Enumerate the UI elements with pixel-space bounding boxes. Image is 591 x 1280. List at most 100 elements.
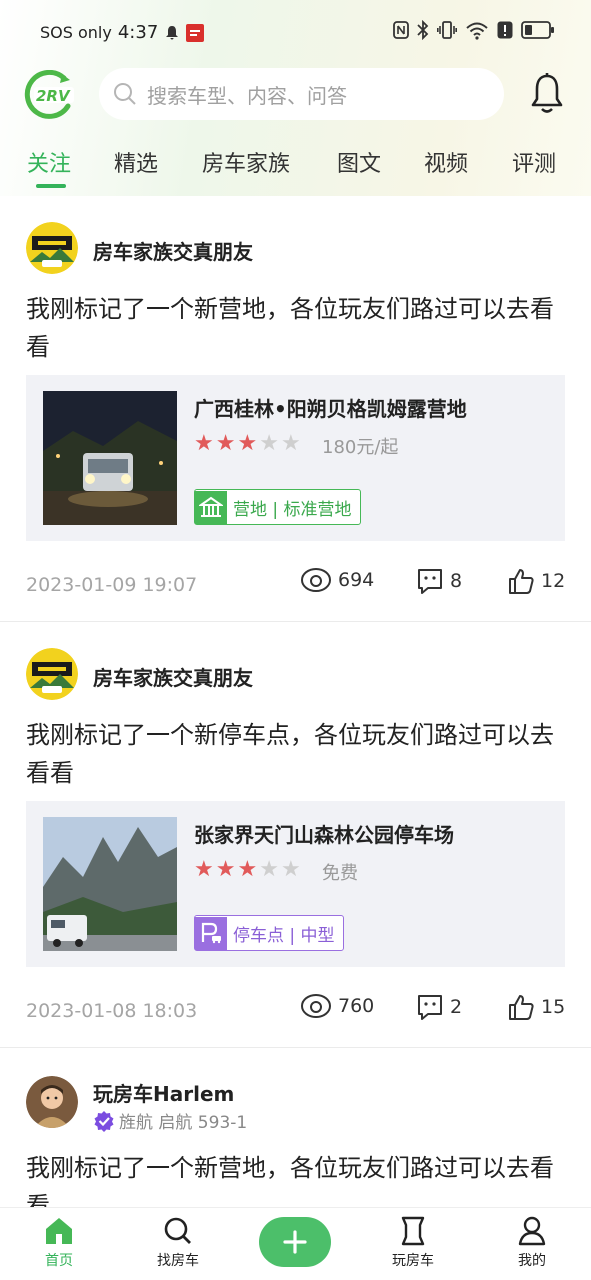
author-name[interactable]: 房车家族交真朋友 (93, 662, 253, 691)
comment-count-text: 2 (450, 996, 463, 1018)
comment-icon (418, 569, 442, 594)
star-icon: ★ (280, 857, 301, 882)
search-bar[interactable]: 搜索车型、内容、问答 (99, 68, 504, 120)
location-type-tag: 停车点 | 中型 (194, 915, 344, 951)
family-logo-avatar-icon (26, 648, 78, 700)
logo-icon: 2RV (24, 69, 74, 119)
view-count-text: 760 (338, 995, 375, 1017)
bell-icon (531, 73, 563, 113)
location-card[interactable]: 张家界天门山森林公园停车场 ★ ★ ★ ★ ★ 免费 停车点 | 中型 (26, 801, 565, 967)
avatar[interactable] (26, 648, 78, 700)
clock: 4:37 (117, 22, 159, 43)
bottom-navigation: 首页 找房车 玩房车 我的 (0, 1207, 591, 1280)
parking-icon (195, 916, 227, 950)
post-text: 我刚标记了一个新停车点，各位玩友们路过可以去看看 (26, 721, 554, 787)
search-placeholder: 搜索车型、内容、问答 (147, 83, 347, 108)
avatar[interactable] (26, 222, 78, 274)
star-icon: ★ (259, 857, 279, 882)
star-icon: ★ (215, 431, 236, 456)
verified-badge-icon (94, 1110, 114, 1132)
carrier-text: SOS only (40, 23, 112, 42)
feed-post[interactable]: 房车家族交真朋友 我刚标记了一个新营地，各位玩友们路过可以去看看 广西桂林•阳朔… (0, 196, 591, 622)
user-badge-row: 旌航 启航 593-1 (93, 1108, 247, 1133)
comment-count-text: 8 (450, 570, 463, 592)
star-icon: ★ (280, 431, 301, 456)
tab-rv-family[interactable]: 房车家族 (202, 146, 290, 178)
bluetooth-icon (417, 20, 429, 40)
nav-profile-label: 我的 (518, 1253, 546, 1269)
campsite-icon (195, 490, 227, 524)
location-card[interactable]: 广西桂林•阳朔贝格凯姆露营地 ★ ★ ★ ★ ★ 180元/起 营地 | 标准营… (26, 375, 565, 541)
vibrate-icon (437, 21, 457, 39)
nav-find-rv-label: 找房车 (157, 1253, 199, 1269)
feed-post[interactable]: 房车家族交真朋友 我刚标记了一个新停车点，各位玩友们路过可以去看看 张家界天门山… (0, 622, 591, 1048)
like-count-text: 12 (541, 570, 566, 592)
nav-home-label: 首页 (45, 1253, 73, 1269)
star-icon: ★ (237, 857, 258, 882)
star-icon: ★ (194, 857, 214, 882)
user-badge-text: 旌航 启航 593-1 (119, 1113, 248, 1133)
like-button[interactable]: 15 (507, 993, 565, 1021)
post-text: 我刚标记了一个新营地，各位玩友们路过可以去看看 (26, 295, 554, 361)
star-icon: ★ (237, 431, 258, 456)
star-icon: ★ (215, 857, 236, 882)
scroll-icon (401, 1216, 425, 1246)
user-icon (518, 1216, 546, 1246)
search-icon (164, 1217, 191, 1244)
logo-text: 2RV (36, 87, 71, 105)
comment-button[interactable]: 2 (416, 993, 462, 1021)
location-title: 张家界天门山森林公园停车场 (194, 823, 454, 847)
comment-button[interactable]: 8 (416, 567, 462, 595)
nav-profile[interactable]: 我的 (492, 1216, 572, 1270)
app-notification-icon (186, 23, 205, 42)
tag-label: 营地 | 标准营地 (233, 499, 352, 520)
like-button[interactable]: 12 (507, 567, 565, 595)
star-icon: ★ (194, 431, 214, 456)
tag-label: 停车点 | 中型 (233, 925, 335, 946)
app-logo[interactable]: 2RV (24, 69, 80, 120)
avatar[interactable] (26, 1076, 78, 1128)
thumbs-up-icon (509, 995, 534, 1020)
star-icon: ★ (259, 431, 279, 456)
active-tab-indicator (36, 184, 66, 188)
view-count-text: 694 (338, 569, 375, 591)
nfc-icon (393, 21, 409, 39)
location-photo (43, 817, 177, 951)
post-date: 2023-01-09 19:07 (26, 574, 198, 596)
tab-articles[interactable]: 图文 (337, 146, 381, 178)
view-count: 760 (300, 993, 374, 1019)
user-photo-avatar-icon (26, 1076, 78, 1128)
create-post-button[interactable] (259, 1217, 331, 1267)
bell-notification-icon (166, 25, 179, 39)
campsite-night-image-icon (43, 391, 177, 525)
feed: 房车家族交真朋友 我刚标记了一个新营地，各位玩友们路过可以去看看 广西桂林•阳朔… (0, 196, 591, 1248)
search-icon (114, 83, 136, 105)
home-icon (46, 1218, 72, 1244)
nav-play-rv-label: 玩房车 (392, 1253, 434, 1269)
nav-play-rv[interactable]: 玩房车 (373, 1216, 453, 1270)
status-bar: SOS only 4:37 (0, 0, 591, 64)
notifications-button[interactable] (530, 72, 564, 116)
nav-find-rv[interactable]: 找房车 (138, 1216, 218, 1270)
tab-reviews[interactable]: 评测 (512, 146, 556, 178)
tab-videos[interactable]: 视频 (424, 146, 468, 178)
tab-following[interactable]: 关注 (27, 146, 71, 178)
plus-icon (283, 1230, 307, 1254)
price-text: 180元/起 (322, 437, 399, 458)
author-name[interactable]: 玩房车Harlem (93, 1078, 234, 1107)
family-logo-avatar-icon (26, 222, 78, 274)
battery-icon (521, 21, 554, 39)
location-photo (43, 391, 177, 525)
location-type-tag: 营地 | 标准营地 (194, 489, 361, 525)
tab-featured[interactable]: 精选 (114, 146, 158, 178)
status-right (393, 20, 555, 40)
author-name[interactable]: 房车家族交真朋友 (93, 236, 253, 265)
nav-home[interactable]: 首页 (19, 1216, 99, 1270)
eye-icon (301, 994, 331, 1018)
like-count-text: 15 (541, 996, 566, 1018)
location-title: 广西桂林•阳朔贝格凯姆露营地 (194, 397, 467, 421)
view-count: 694 (300, 567, 374, 593)
comment-icon (418, 995, 442, 1020)
wifi-icon (466, 22, 488, 40)
thumbs-up-icon (509, 569, 534, 594)
